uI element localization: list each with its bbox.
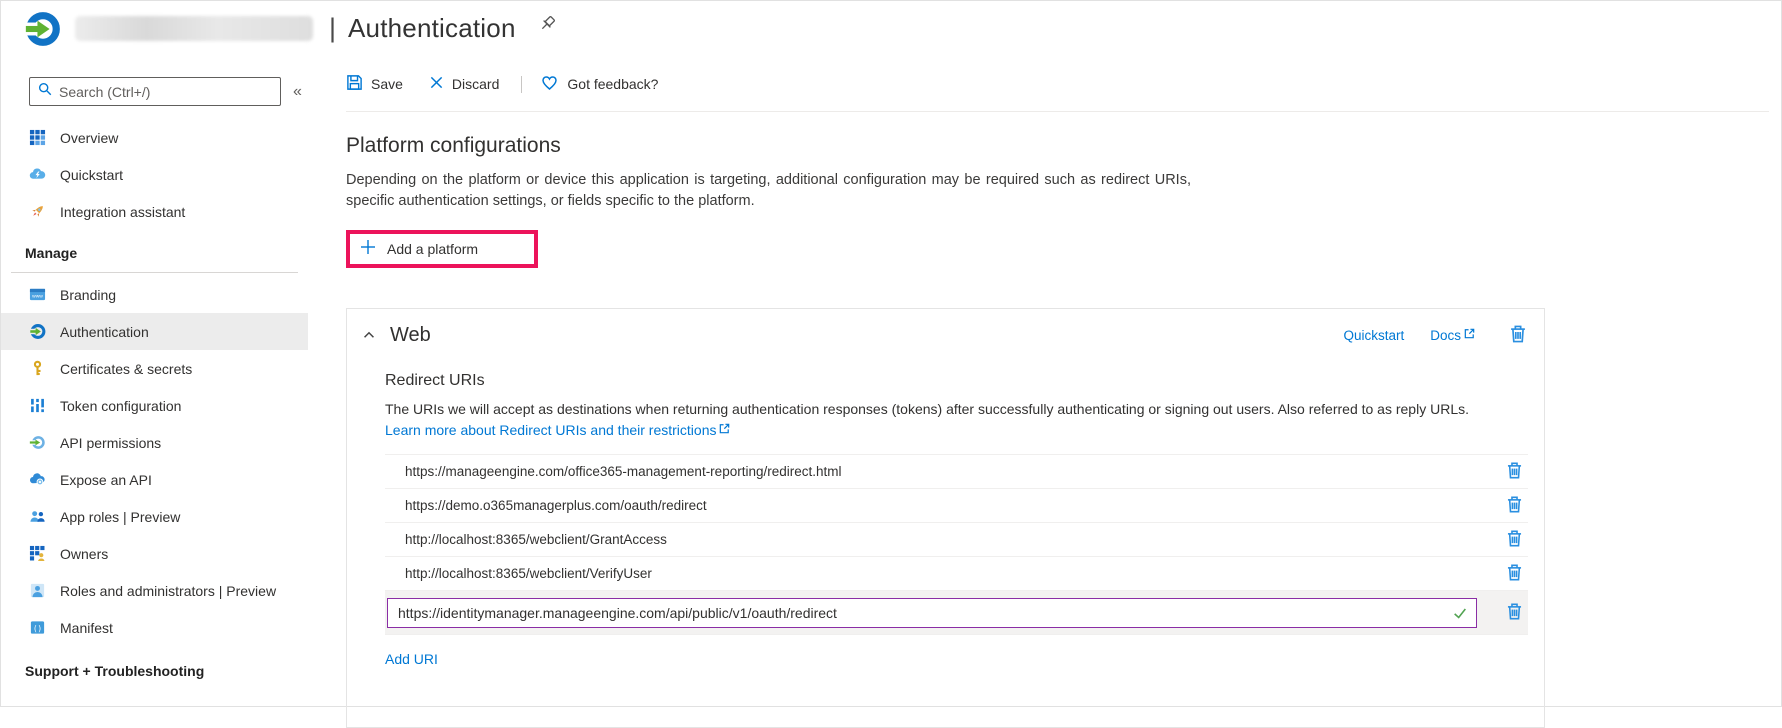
uri-row-editing: [385, 591, 1528, 635]
search-icon: [38, 82, 52, 101]
learn-more-link[interactable]: Learn more about Redirect URIs and their…: [385, 420, 731, 441]
pin-icon[interactable]: [538, 14, 558, 39]
sidebar-item-owners[interactable]: Owners: [1, 535, 308, 572]
delete-uri-button[interactable]: [1505, 461, 1524, 483]
discard-x-icon: [429, 75, 444, 93]
sidebar-item-overview[interactable]: Overview: [1, 119, 308, 156]
sidebar-item-api-permissions[interactable]: API permissions: [1, 424, 308, 461]
sidebar-item-token-configuration[interactable]: Token configuration: [1, 387, 308, 424]
trash-icon: [1505, 563, 1524, 585]
sidebar-item-manifest[interactable]: () Manifest: [1, 609, 308, 646]
owners-icon: [29, 545, 46, 562]
redirect-uri-list: https://manageengine.com/office365-manag…: [385, 454, 1528, 635]
expose-api-icon: [29, 471, 46, 488]
title-separator: |: [329, 13, 336, 44]
sidebar-item-roles-administrators[interactable]: Roles and administrators | Preview: [1, 572, 308, 609]
sidebar: « Overview Quickstart Integration assist…: [1, 56, 308, 708]
sidebar-item-certificates-secrets[interactable]: Certificates & secrets: [1, 350, 308, 387]
save-icon: [346, 74, 363, 94]
delete-uri-button[interactable]: [1505, 495, 1524, 517]
plus-icon: [360, 239, 376, 260]
sidebar-divider: [11, 272, 298, 273]
redirect-uris-title: Redirect URIs: [385, 372, 1528, 390]
app-roles-icon: [29, 508, 46, 525]
platform-configurations-title: Platform configurations: [346, 134, 1781, 158]
top-header: | Authentication: [1, 1, 1781, 56]
integration-assistant-icon: [29, 203, 46, 220]
uri-row: https://manageengine.com/office365-manag…: [385, 455, 1528, 489]
platform-configurations-description: Depending on the platform or device this…: [346, 170, 1191, 212]
valid-check-icon: [1452, 605, 1468, 626]
uri-row: http://localhost:8365/webclient/VerifyUs…: [385, 557, 1528, 591]
svg-text:(): (): [33, 624, 42, 633]
delete-uri-button[interactable]: [1505, 602, 1524, 624]
sidebar-section-support: Support + Troubleshooting: [1, 663, 308, 679]
sidebar-item-authentication[interactable]: Authentication: [1, 313, 308, 350]
heart-icon: [540, 74, 559, 95]
discard-button[interactable]: Discard: [429, 75, 499, 93]
app-logo-icon: [23, 10, 61, 48]
save-button[interactable]: Save: [346, 74, 403, 94]
sidebar-item-app-roles[interactable]: App roles | Preview: [1, 498, 308, 535]
external-link-icon: [718, 420, 731, 441]
quickstart-icon: [29, 166, 46, 183]
trash-icon: [1505, 461, 1524, 483]
web-panel-title: Web: [390, 324, 431, 347]
delete-web-platform-button[interactable]: [1508, 324, 1528, 347]
uri-row: http://localhost:8365/webclient/GrantAcc…: [385, 523, 1528, 557]
web-platform-panel: Web Quickstart Docs: [346, 308, 1545, 728]
certificates-icon: [29, 360, 46, 377]
sidebar-search[interactable]: [29, 77, 281, 106]
svg-text:www: www: [32, 295, 43, 300]
search-input[interactable]: [59, 84, 272, 100]
collapse-sidebar-icon[interactable]: «: [293, 83, 302, 101]
add-uri-link[interactable]: Add URI: [385, 651, 438, 667]
external-link-icon: [1463, 327, 1476, 343]
authentication-icon: [29, 323, 46, 340]
got-feedback-button[interactable]: Got feedback?: [540, 74, 658, 95]
sidebar-item-branding[interactable]: www Branding: [1, 276, 308, 313]
delete-uri-button[interactable]: [1505, 529, 1524, 551]
branding-icon: www: [29, 286, 46, 303]
main-content: Save Discard Got feedback? Platform conf…: [308, 56, 1781, 708]
manifest-icon: (): [29, 619, 46, 636]
toolbar-rule: [346, 111, 1769, 112]
uri-row: https://demo.o365managerplus.com/oauth/r…: [385, 489, 1528, 523]
token-configuration-icon: [29, 397, 46, 414]
delete-uri-button[interactable]: [1505, 563, 1524, 585]
chevron-up-icon[interactable]: [361, 327, 377, 343]
sidebar-item-quickstart[interactable]: Quickstart: [1, 156, 308, 193]
quickstart-link[interactable]: Quickstart: [1343, 328, 1404, 343]
docs-link[interactable]: Docs: [1430, 327, 1476, 343]
sidebar-item-integration-assistant[interactable]: Integration assistant: [1, 193, 308, 230]
redirect-uris-description: The URIs we will accept as destinations …: [385, 399, 1503, 441]
command-bar: Save Discard Got feedback?: [346, 71, 1781, 97]
new-uri-input[interactable]: [387, 598, 1477, 628]
trash-icon: [1508, 324, 1528, 347]
redacted-app-name: [75, 16, 313, 41]
trash-icon: [1505, 529, 1524, 551]
trash-icon: [1505, 495, 1524, 517]
api-permissions-icon: [29, 434, 46, 451]
trash-icon: [1505, 602, 1524, 624]
sidebar-section-manage: Manage: [1, 245, 308, 261]
toolbar-divider: [521, 76, 522, 93]
page-title: Authentication: [348, 13, 516, 44]
add-platform-button[interactable]: Add a platform: [346, 230, 538, 268]
overview-icon: [29, 129, 46, 146]
sidebar-item-expose-api[interactable]: Expose an API: [1, 461, 308, 498]
roles-administrators-icon: [29, 582, 46, 599]
